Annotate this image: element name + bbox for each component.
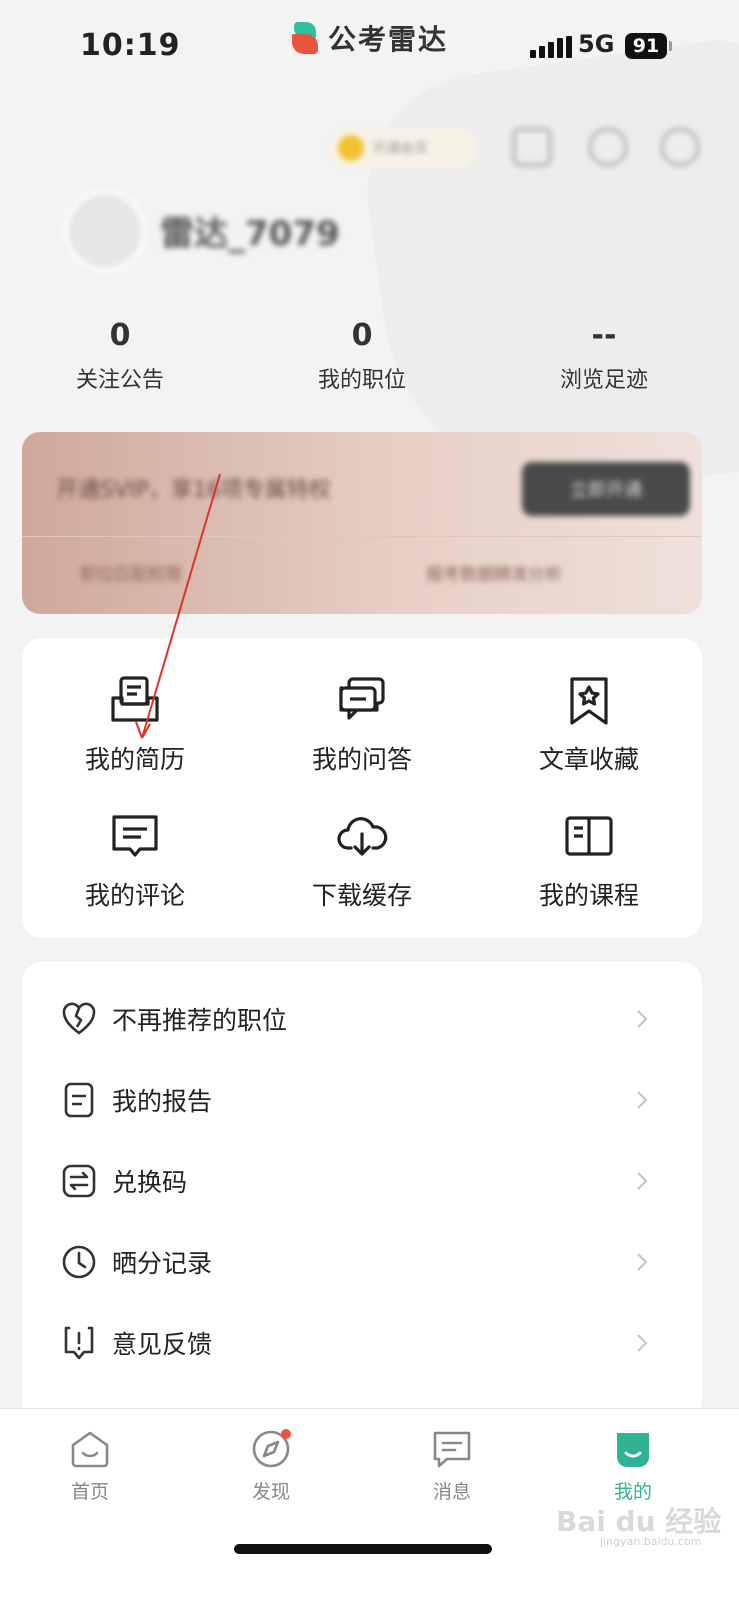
- shortcut-comments[interactable]: 我的评论: [22, 810, 248, 940]
- home-indicator: [234, 1544, 492, 1554]
- annotation-arrow: [135, 473, 221, 739]
- stat-label: 关注公告: [75, 368, 164, 393]
- shortcut-favorites[interactable]: 文章收藏: [476, 674, 702, 804]
- tab-label: 首页: [70, 1481, 109, 1503]
- settings-list: 不再推荐的职位 我的报告 兑换码 晒分记录 意见反馈: [22, 962, 702, 1422]
- chevron-right-icon: [637, 1333, 648, 1352]
- list-item-label: 我的报告: [112, 1086, 213, 1116]
- stat-followed-announcements[interactable]: 0 关注公告: [30, 318, 210, 394]
- feedback-icon: [64, 1326, 94, 1359]
- broken-heart-icon: [62, 1002, 96, 1034]
- settings-icon[interactable]: [660, 127, 700, 167]
- compass-icon: [252, 1429, 291, 1468]
- battery-tip: [669, 41, 672, 51]
- report-icon: [64, 1082, 94, 1117]
- list-item-score-records[interactable]: 晒分记录: [22, 1221, 702, 1302]
- signal-icon: [530, 36, 572, 58]
- baidu-watermark-url: jingyan.baidu.com: [600, 1535, 702, 1548]
- exchange-icon: [62, 1164, 96, 1197]
- tab-messages[interactable]: 消息: [392, 1427, 512, 1504]
- promo-open-button[interactable]: 立即开通: [522, 462, 690, 516]
- stat-value: 0: [351, 318, 373, 353]
- shortcut-label: 我的问答: [311, 745, 412, 774]
- list-item-label: 意见反馈: [112, 1329, 213, 1359]
- profile-icon: [617, 1433, 649, 1467]
- message-icon: [433, 1431, 471, 1468]
- coin-icon: [338, 135, 364, 161]
- stat-browse-history[interactable]: -- 浏览足迹: [514, 318, 694, 394]
- status-time: 10:19: [80, 28, 181, 63]
- list-item-label: 兑换码: [112, 1167, 188, 1197]
- notification-dot: [281, 1429, 291, 1439]
- battery-level: 91: [632, 35, 660, 57]
- shortcut-label: 我的评论: [84, 881, 185, 910]
- stat-my-positions[interactable]: 0 我的职位: [272, 318, 452, 394]
- list-item-label: 晒分记录: [112, 1248, 213, 1278]
- chevron-right-icon: [637, 1090, 648, 1109]
- shortcut-label: 文章收藏: [538, 745, 639, 774]
- shortcut-qa[interactable]: 我的问答: [249, 674, 475, 804]
- stat-label: 浏览足迹: [559, 368, 648, 393]
- list-item-unrecommended-positions[interactable]: 不再推荐的职位: [22, 978, 702, 1059]
- clock-icon: [62, 1245, 96, 1278]
- chevron-right-icon: [637, 1171, 648, 1190]
- chevron-right-icon: [637, 1009, 648, 1028]
- bookmark-star-icon: [570, 677, 608, 725]
- brand-watermark: 公考雷达: [292, 18, 448, 58]
- list-item-redeem-code[interactable]: 兑换码: [22, 1140, 702, 1221]
- list-item-my-reports[interactable]: 我的报告: [22, 1059, 702, 1140]
- notification-icon[interactable]: [588, 127, 628, 167]
- vip-pill-label: 开通会员: [372, 141, 428, 157]
- stat-value: --: [591, 318, 617, 353]
- shortcut-courses[interactable]: 我的课程: [476, 810, 702, 940]
- stat-value: 0: [109, 318, 131, 353]
- shortcut-label: 我的课程: [538, 881, 639, 910]
- tab-profile[interactable]: 我的: [573, 1427, 693, 1504]
- network-type: 5G: [578, 30, 615, 58]
- tab-label: 消息: [432, 1481, 471, 1503]
- stat-label: 我的职位: [317, 368, 406, 393]
- cloud-download-icon: [337, 817, 388, 856]
- scan-icon[interactable]: [512, 127, 552, 167]
- shortcut-downloads[interactable]: 下载缓存: [249, 810, 475, 940]
- promo-feature-2: 报考数据精准分析: [426, 565, 562, 585]
- tab-discover[interactable]: 发现: [211, 1427, 331, 1504]
- list-item-label: 不再推荐的职位: [112, 1005, 288, 1035]
- home-icon: [71, 1431, 109, 1468]
- vip-pill-button[interactable]: 开通会员: [330, 128, 478, 168]
- comment-icon: [112, 815, 158, 857]
- book-icon: [565, 816, 613, 856]
- battery-icon: 91: [625, 33, 667, 59]
- tab-home[interactable]: 首页: [30, 1427, 150, 1504]
- shortcut-label: 下载缓存: [311, 881, 412, 910]
- qa-icon: [339, 677, 385, 720]
- username[interactable]: 雷达_7079: [160, 206, 340, 255]
- chevron-right-icon: [637, 1252, 648, 1271]
- brand-logo-icon: [292, 20, 322, 56]
- avatar[interactable]: [64, 190, 146, 272]
- list-item-feedback[interactable]: 意见反馈: [22, 1302, 702, 1383]
- tab-label: 发现: [251, 1481, 290, 1503]
- baidu-watermark: Bai du 经验: [556, 1505, 722, 1538]
- brand-name: 公考雷达: [328, 23, 449, 56]
